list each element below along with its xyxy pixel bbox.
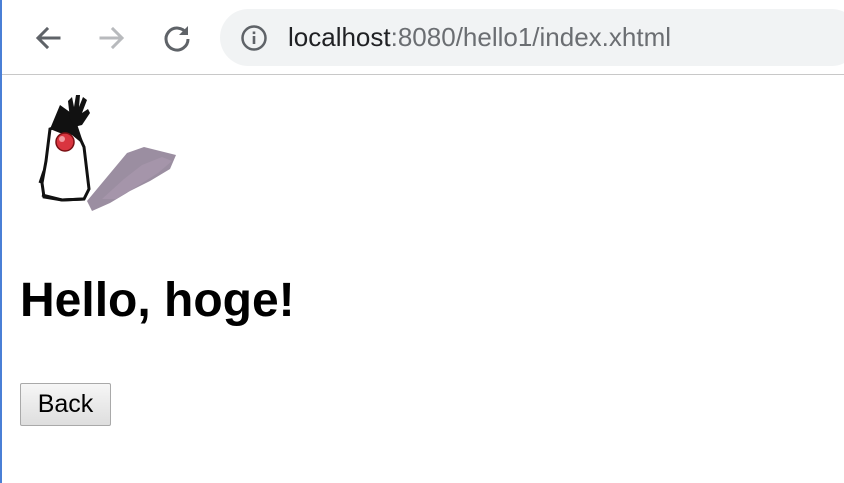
url-text: localhost:8080/hello1/index.xhtml [288, 21, 671, 53]
page-heading: Hello, hoge! [20, 274, 295, 327]
reload-button[interactable] [157, 18, 197, 58]
browser-window: localhost:8080/hello1/index.xhtml Hello,… [0, 0, 844, 483]
duke-logo [38, 95, 176, 211]
page-content: Hello, hoge! Back [2, 76, 844, 483]
reload-icon [164, 26, 190, 52]
arrow-left-icon [35, 26, 61, 50]
url-path: :8080/hello1/index.xhtml [390, 22, 672, 52]
back-button[interactable]: Back [20, 383, 111, 426]
url-host: localhost [288, 22, 391, 52]
arrow-right-icon [99, 26, 125, 50]
forward-nav-button[interactable] [92, 18, 132, 58]
address-bar[interactable]: localhost:8080/hello1/index.xhtml [220, 9, 844, 66]
browser-toolbar: localhost:8080/hello1/index.xhtml [2, 0, 844, 75]
back-nav-button[interactable] [28, 18, 68, 58]
info-icon[interactable] [240, 24, 268, 52]
